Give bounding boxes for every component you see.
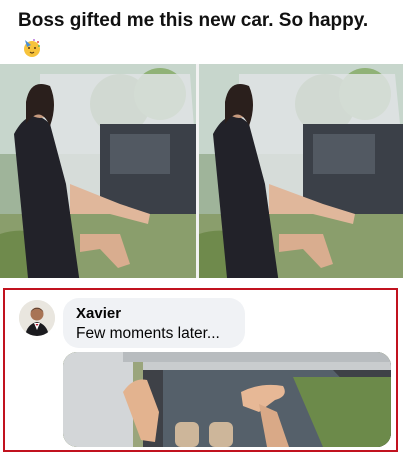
post-photo-right <box>199 64 403 278</box>
highlighted-comment: Xavier Few moments later... <box>3 288 398 452</box>
partying-face-icon <box>22 38 42 58</box>
avatar[interactable] <box>19 300 55 336</box>
post-photo-left <box>0 64 196 278</box>
comment-bubble: Xavier Few moments later... <box>63 298 245 348</box>
comment-text: Few moments later... <box>76 325 220 342</box>
post-photo[interactable] <box>0 64 403 278</box>
post-caption: Boss gifted me this new car. So happy. <box>18 6 378 64</box>
comment-author[interactable]: Xavier <box>76 305 121 322</box>
comment-photo[interactable] <box>63 352 391 447</box>
post-caption-text: Boss gifted me this new car. So happy. <box>18 10 369 31</box>
